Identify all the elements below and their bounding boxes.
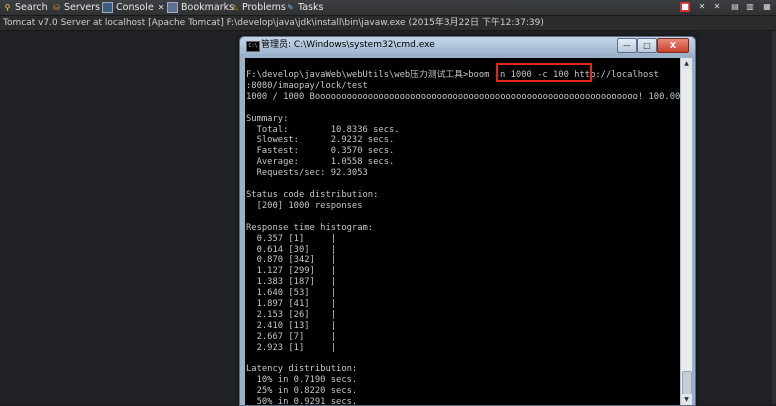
bookmark-icon [167, 2, 178, 13]
scroll-up-arrow-icon[interactable]: ▲ [681, 58, 692, 69]
cmd-icon: C:\ [246, 41, 260, 52]
scroll-down-arrow-icon[interactable]: ▼ [681, 394, 692, 405]
remove-launch-icon[interactable]: ✕ [697, 2, 707, 12]
remove-all-icon[interactable]: ✕ [712, 2, 722, 12]
tab-search-label: Search [15, 2, 48, 13]
search-icon: ⚲ [4, 3, 11, 12]
tab-bookmarks-label: Bookmarks [181, 2, 235, 13]
tab-tasks-label: Tasks [298, 2, 324, 13]
maximize-button[interactable]: □ [637, 38, 657, 53]
cmd-scrollbar[interactable]: ▲ ▼ [680, 58, 692, 405]
close-button[interactable]: X [657, 38, 689, 53]
cmd-screen[interactable]: F:\develop\javaWeb\webUtils\web压力测试工具>bo… [245, 58, 680, 405]
close-icon[interactable]: ✕ [158, 0, 165, 15]
pin-console-icon[interactable]: ▦ [762, 2, 772, 12]
terminate-icon[interactable]: ■ [680, 2, 690, 12]
tab-problems[interactable]: ⚠ Problems [230, 0, 286, 15]
tab-tasks[interactable]: ✎ Tasks [286, 0, 323, 15]
tab-servers-label: Servers [64, 2, 101, 13]
console-icon [102, 2, 113, 13]
tab-problems-label: Problems [242, 2, 286, 13]
tab-servers[interactable]: ⛁ Servers [52, 0, 100, 15]
cmd-window-title: 管理员: C:\Windows\system32\cmd.exe [261, 40, 435, 50]
cmd-output: F:\develop\javaWeb\webUtils\web压力测试工具>bo… [246, 70, 680, 405]
tasks-icon: ✎ [287, 3, 294, 12]
servers-icon: ⛁ [53, 3, 60, 12]
tab-console[interactable]: Console ✕ [102, 0, 164, 15]
clear-console-icon[interactable]: ▤ [730, 2, 740, 12]
scroll-lock-icon[interactable]: ▥ [745, 2, 755, 12]
problems-icon: ⚠ [230, 3, 239, 12]
tab-console-label: Console [116, 2, 154, 13]
cmd-titlebar[interactable]: C:\ 管理员: C:\Windows\system32\cmd.exe — □… [240, 37, 695, 54]
console-scrollbar[interactable] [772, 31, 776, 404]
tab-search[interactable]: ⚲ Search [3, 0, 48, 15]
view-tab-bar: ⚲ Search ⛁ Servers Console ✕ Bookmarks ⚠… [0, 0, 776, 16]
minimize-button[interactable]: — [617, 38, 637, 53]
console-title: Tomcat v7.0 Server at localhost [Apache … [0, 16, 776, 31]
command-highlight-box [496, 63, 592, 82]
tab-bookmarks[interactable]: Bookmarks [167, 0, 234, 15]
cmd-window[interactable]: C:\ 管理员: C:\Windows\system32\cmd.exe — □… [239, 36, 696, 406]
scroll-thumb[interactable] [682, 371, 692, 395]
